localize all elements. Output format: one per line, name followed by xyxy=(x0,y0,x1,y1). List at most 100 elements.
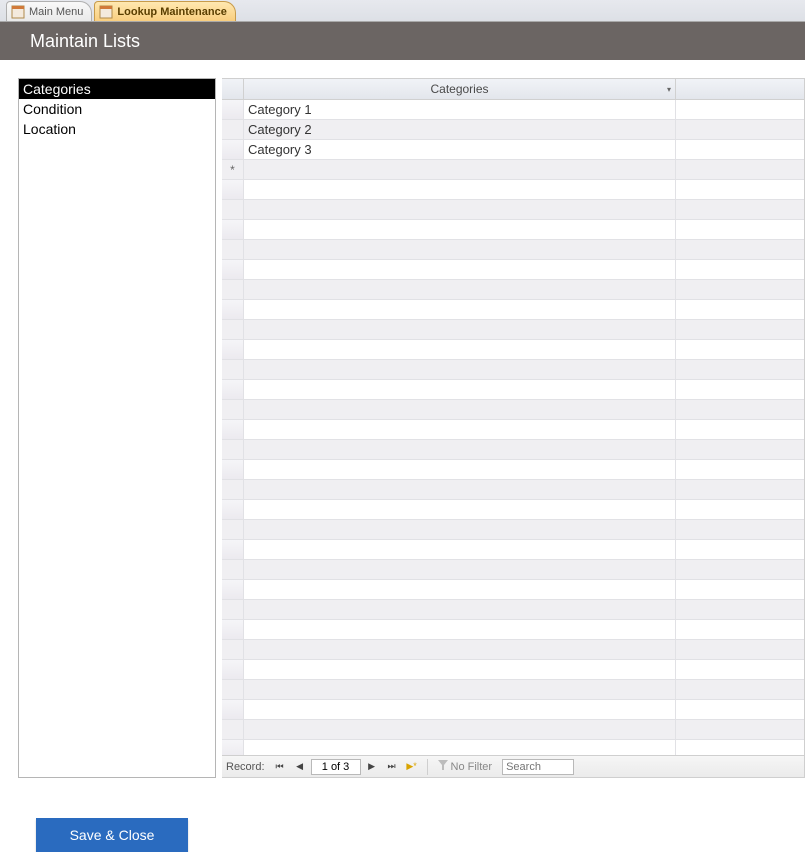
cell-extra xyxy=(676,140,804,160)
cell-extra xyxy=(676,120,804,140)
sidebar-item-categories[interactable]: Categories xyxy=(19,79,215,99)
cell[interactable] xyxy=(244,160,676,180)
row-selector xyxy=(222,700,244,720)
nav-prev-button[interactable]: ◀ xyxy=(291,759,309,775)
row-selector xyxy=(222,600,244,620)
empty-row xyxy=(222,520,804,540)
record-position-input[interactable] xyxy=(311,759,361,775)
cell xyxy=(244,680,676,700)
row-selector[interactable] xyxy=(222,100,244,120)
chevron-down-icon[interactable]: ▾ xyxy=(667,85,671,94)
empty-row xyxy=(222,240,804,260)
cell[interactable]: Category 2 xyxy=(244,120,676,140)
row-selector xyxy=(222,400,244,420)
row-selector[interactable] xyxy=(222,120,244,140)
cell xyxy=(244,740,676,755)
nav-new-button[interactable]: ▶* xyxy=(403,759,421,775)
cell-extra xyxy=(676,180,804,200)
nav-first-button[interactable]: ⏮ xyxy=(271,759,289,775)
empty-row xyxy=(222,320,804,340)
row-selector xyxy=(222,560,244,580)
empty-row xyxy=(222,640,804,660)
cell-extra xyxy=(676,340,804,360)
cell xyxy=(244,620,676,640)
row-selector xyxy=(222,360,244,380)
row-selector xyxy=(222,640,244,660)
cell xyxy=(244,600,676,620)
page-header: Maintain Lists xyxy=(0,22,805,60)
empty-row xyxy=(222,300,804,320)
row-selector xyxy=(222,520,244,540)
cell xyxy=(244,260,676,280)
cell-extra xyxy=(676,520,804,540)
empty-row xyxy=(222,340,804,360)
form-icon xyxy=(99,5,113,19)
new-row[interactable]: * xyxy=(222,160,804,180)
sidebar-list[interactable]: Categories Condition Location xyxy=(18,78,216,778)
cell xyxy=(244,520,676,540)
cell[interactable]: Category 3 xyxy=(244,140,676,160)
cell-extra xyxy=(676,220,804,240)
body-area: Categories Condition Location Categories… xyxy=(0,60,805,852)
cell-extra xyxy=(676,200,804,220)
cell xyxy=(244,200,676,220)
nav-next-button[interactable]: ▶ xyxy=(363,759,381,775)
row-selector xyxy=(222,440,244,460)
sidebar-item-condition[interactable]: Condition xyxy=(19,99,215,119)
empty-row xyxy=(222,420,804,440)
save-close-button[interactable]: Save & Close xyxy=(36,818,188,852)
record-label: Record: xyxy=(226,761,265,773)
cell-extra xyxy=(676,440,804,460)
row-selector xyxy=(222,660,244,680)
row-selector xyxy=(222,200,244,220)
row-selector xyxy=(222,620,244,640)
filter-toggle[interactable]: No Filter xyxy=(434,760,497,773)
empty-row xyxy=(222,660,804,680)
nav-last-button[interactable]: ⏭ xyxy=(383,759,401,775)
table-row[interactable]: Category 3 xyxy=(222,140,804,160)
tab-lookup-maintenance[interactable]: Lookup Maintenance xyxy=(94,1,235,21)
cell-extra xyxy=(676,500,804,520)
new-row-marker[interactable]: * xyxy=(222,160,244,180)
datasheet-rows: Category 1Category 2Category 3* xyxy=(222,100,804,755)
empty-row xyxy=(222,580,804,600)
cell xyxy=(244,180,676,200)
row-selector xyxy=(222,460,244,480)
page-title: Maintain Lists xyxy=(30,31,140,52)
search-input[interactable] xyxy=(502,759,574,775)
empty-row xyxy=(222,200,804,220)
filter-label: No Filter xyxy=(451,761,493,773)
cell-extra xyxy=(676,600,804,620)
row-selector xyxy=(222,240,244,260)
empty-row xyxy=(222,220,804,240)
table-row[interactable]: Category 1 xyxy=(222,100,804,120)
cell xyxy=(244,560,676,580)
cell[interactable]: Category 1 xyxy=(244,100,676,120)
datasheet: Categories ▾ Category 1Category 2Categor… xyxy=(222,78,805,778)
cell xyxy=(244,280,676,300)
row-selector[interactable] xyxy=(222,140,244,160)
tab-main-menu[interactable]: Main Menu xyxy=(6,1,92,21)
empty-row xyxy=(222,440,804,460)
empty-row xyxy=(222,380,804,400)
column-header-categories[interactable]: Categories ▾ xyxy=(244,79,676,99)
empty-row xyxy=(222,500,804,520)
row-selector xyxy=(222,500,244,520)
cell-extra xyxy=(676,240,804,260)
cell-extra xyxy=(676,480,804,500)
cell-extra xyxy=(676,540,804,560)
cell-extra xyxy=(676,620,804,640)
cell xyxy=(244,640,676,660)
cell xyxy=(244,380,676,400)
sidebar-item-location[interactable]: Location xyxy=(19,119,215,139)
table-row[interactable]: Category 2 xyxy=(222,120,804,140)
sidebar-item-label: Categories xyxy=(23,81,91,97)
cell xyxy=(244,340,676,360)
column-label: Categories xyxy=(430,82,488,96)
cell-extra xyxy=(676,720,804,740)
row-selector-header[interactable] xyxy=(222,79,244,99)
cell-extra xyxy=(676,160,804,180)
cell xyxy=(244,720,676,740)
workspace: Categories Condition Location Categories… xyxy=(18,78,805,778)
cell-extra xyxy=(676,560,804,580)
